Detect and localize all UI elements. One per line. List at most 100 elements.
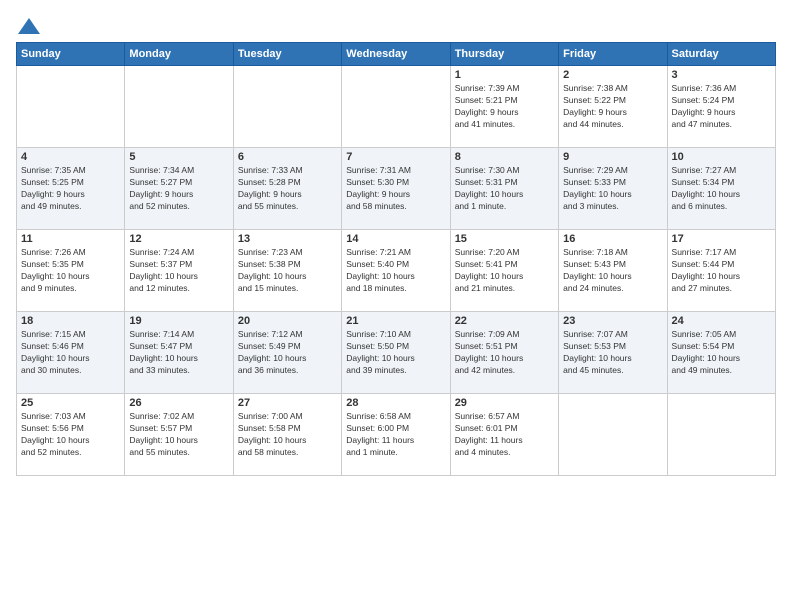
day-number: 16 [563,233,662,245]
calendar-cell: 29Sunrise: 6:57 AM Sunset: 6:01 PM Dayli… [450,394,558,476]
week-row-5: 25 Sunrise: 7:03 AM Sunset: 5:56 PM Dayli… [17,394,776,476]
calendar-cell: 16 Sunrise: 7:18 AM Sunset: 5:43 PM Dayli… [559,230,667,312]
calendar-cell: 25 Sunrise: 7:03 AM Sunset: 5:56 PM Dayli… [17,394,125,476]
logo-icon [18,16,40,38]
day-detail: Sunrise: 7:20 AM Sunset: 5:41 PM Dayligh… [455,247,554,295]
day-number: 21 [346,315,445,327]
day-number: 22 [455,315,554,327]
day-detail: Sunrise: 7:17 AM Sunset: 5:44 PM Dayligh… [672,247,771,295]
header [16,16,776,34]
day-detail: Sunrise: 7:36 AM Sunset: 5:24 PM Dayligh… [672,83,771,131]
day-number: 24 [672,315,771,327]
calendar-cell: 20Sunrise: 7:12 AM Sunset: 5:49 PM Dayli… [233,312,341,394]
week-row-2: 4 Sunrise: 7:35 AM Sunset: 5:25 PM Daylig… [17,148,776,230]
day-detail: Sunrise: 7:29 AM Sunset: 5:33 PM Dayligh… [563,165,662,213]
page: SundayMondayTuesdayWednesdayThursdayFrid… [0,0,792,612]
calendar-cell [233,66,341,148]
day-number: 11 [21,233,120,245]
day-detail: Sunrise: 7:03 AM Sunset: 5:56 PM Dayligh… [21,411,120,459]
day-number: 27 [238,397,337,409]
calendar-cell: 10 Sunrise: 7:27 AM Sunset: 5:34 PM Dayli… [667,148,775,230]
day-number: 7 [346,151,445,163]
calendar-cell [17,66,125,148]
calendar-cell: 5 Sunrise: 7:34 AM Sunset: 5:27 PM Daylig… [125,148,233,230]
day-detail: Sunrise: 7:27 AM Sunset: 5:34 PM Dayligh… [672,165,771,213]
calendar-table: SundayMondayTuesdayWednesdayThursdayFrid… [16,42,776,476]
weekday-header-friday: Friday [559,43,667,66]
day-number: 8 [455,151,554,163]
day-number: 10 [672,151,771,163]
calendar-cell: 1 Sunrise: 7:39 AM Sunset: 5:21 PM Daylig… [450,66,558,148]
day-detail: Sunrise: 7:26 AM Sunset: 5:35 PM Dayligh… [21,247,120,295]
calendar-cell: 3Sunrise: 7:36 AM Sunset: 5:24 PM Daylig… [667,66,775,148]
calendar-cell: 23Sunrise: 7:07 AM Sunset: 5:53 PM Dayli… [559,312,667,394]
calendar-cell: 2 Sunrise: 7:38 AM Sunset: 5:22 PM Daylig… [559,66,667,148]
day-detail: Sunrise: 7:18 AM Sunset: 5:43 PM Dayligh… [563,247,662,295]
day-number: 13 [238,233,337,245]
day-number: 20 [238,315,337,327]
weekday-header-sunday: Sunday [17,43,125,66]
weekday-header-tuesday: Tuesday [233,43,341,66]
day-number: 5 [129,151,228,163]
day-number: 28 [346,397,445,409]
calendar-cell: 14Sunrise: 7:21 AM Sunset: 5:40 PM Dayli… [342,230,450,312]
calendar-cell: 12 Sunrise: 7:24 AM Sunset: 5:37 PM Dayli… [125,230,233,312]
day-number: 9 [563,151,662,163]
day-detail: Sunrise: 7:39 AM Sunset: 5:21 PM Dayligh… [455,83,554,131]
day-detail: Sunrise: 6:57 AM Sunset: 6:01 PM Dayligh… [455,411,554,459]
day-detail: Sunrise: 7:23 AM Sunset: 5:38 PM Dayligh… [238,247,337,295]
day-detail: Sunrise: 7:31 AM Sunset: 5:30 PM Dayligh… [346,165,445,213]
day-detail: Sunrise: 7:35 AM Sunset: 5:25 PM Dayligh… [21,165,120,213]
calendar-cell: 13 Sunrise: 7:23 AM Sunset: 5:38 PM Dayli… [233,230,341,312]
weekday-header-monday: Monday [125,43,233,66]
day-detail: Sunrise: 7:14 AM Sunset: 5:47 PM Dayligh… [129,329,228,377]
calendar-cell: 7 Sunrise: 7:31 AM Sunset: 5:30 PM Daylig… [342,148,450,230]
calendar-cell: 27 Sunrise: 7:00 AM Sunset: 5:58 PM Dayli… [233,394,341,476]
week-row-3: 11 Sunrise: 7:26 AM Sunset: 5:35 PM Dayli… [17,230,776,312]
calendar-cell: 11 Sunrise: 7:26 AM Sunset: 5:35 PM Dayli… [17,230,125,312]
day-number: 4 [21,151,120,163]
day-number: 19 [129,315,228,327]
day-number: 17 [672,233,771,245]
calendar-cell: 24 Sunrise: 7:05 AM Sunset: 5:54 PM Dayli… [667,312,775,394]
day-number: 6 [238,151,337,163]
calendar-cell: 4 Sunrise: 7:35 AM Sunset: 5:25 PM Daylig… [17,148,125,230]
weekday-header-row: SundayMondayTuesdayWednesdayThursdayFrid… [17,43,776,66]
calendar-cell: 22 Sunrise: 7:09 AM Sunset: 5:51 PM Dayli… [450,312,558,394]
day-detail: Sunrise: 7:10 AM Sunset: 5:50 PM Dayligh… [346,329,445,377]
calendar-cell: 21 Sunrise: 7:10 AM Sunset: 5:50 PM Dayli… [342,312,450,394]
calendar-cell: 26Sunrise: 7:02 AM Sunset: 5:57 PM Dayli… [125,394,233,476]
day-detail: Sunrise: 6:58 AM Sunset: 6:00 PM Dayligh… [346,411,445,459]
day-detail: Sunrise: 7:00 AM Sunset: 5:58 PM Dayligh… [238,411,337,459]
day-number: 12 [129,233,228,245]
day-detail: Sunrise: 7:05 AM Sunset: 5:54 PM Dayligh… [672,329,771,377]
calendar-cell: 8Sunrise: 7:30 AM Sunset: 5:31 PM Daylig… [450,148,558,230]
calendar-cell: 15 Sunrise: 7:20 AM Sunset: 5:41 PM Dayli… [450,230,558,312]
calendar-cell: 6 Sunrise: 7:33 AM Sunset: 5:28 PM Daylig… [233,148,341,230]
day-number: 2 [563,69,662,81]
calendar-cell [667,394,775,476]
day-detail: Sunrise: 7:34 AM Sunset: 5:27 PM Dayligh… [129,165,228,213]
day-detail: Sunrise: 7:38 AM Sunset: 5:22 PM Dayligh… [563,83,662,131]
calendar-cell: 18 Sunrise: 7:15 AM Sunset: 5:46 PM Dayli… [17,312,125,394]
day-detail: Sunrise: 7:15 AM Sunset: 5:46 PM Dayligh… [21,329,120,377]
calendar-cell [559,394,667,476]
day-number: 15 [455,233,554,245]
day-number: 1 [455,69,554,81]
calendar-cell: 17 Sunrise: 7:17 AM Sunset: 5:44 PM Dayli… [667,230,775,312]
day-detail: Sunrise: 7:09 AM Sunset: 5:51 PM Dayligh… [455,329,554,377]
day-detail: Sunrise: 7:33 AM Sunset: 5:28 PM Dayligh… [238,165,337,213]
week-row-1: 1 Sunrise: 7:39 AM Sunset: 5:21 PM Daylig… [17,66,776,148]
week-row-4: 18 Sunrise: 7:15 AM Sunset: 5:46 PM Dayli… [17,312,776,394]
weekday-header-wednesday: Wednesday [342,43,450,66]
calendar-cell: 19 Sunrise: 7:14 AM Sunset: 5:47 PM Dayli… [125,312,233,394]
day-detail: Sunrise: 7:21 AM Sunset: 5:40 PM Dayligh… [346,247,445,295]
day-number: 25 [21,397,120,409]
day-number: 18 [21,315,120,327]
day-detail: Sunrise: 7:24 AM Sunset: 5:37 PM Dayligh… [129,247,228,295]
calendar-cell [342,66,450,148]
day-number: 26 [129,397,228,409]
calendar-cell: 9 Sunrise: 7:29 AM Sunset: 5:33 PM Daylig… [559,148,667,230]
weekday-header-thursday: Thursday [450,43,558,66]
calendar-cell: 28 Sunrise: 6:58 AM Sunset: 6:00 PM Dayli… [342,394,450,476]
